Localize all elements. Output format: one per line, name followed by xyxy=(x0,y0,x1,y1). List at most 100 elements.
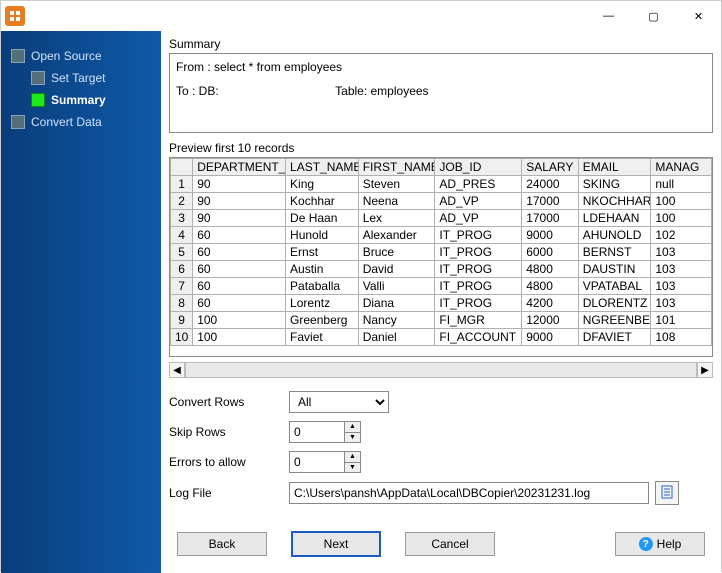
cell: 60 xyxy=(193,278,286,295)
table-row[interactable]: 290KochharNeenaAD_VP17000NKOCHHAR100 xyxy=(171,193,712,210)
content-pane: Summary From : select * from employees T… xyxy=(161,31,721,573)
cell: 24000 xyxy=(522,176,579,193)
cell: Daniel xyxy=(358,329,435,346)
cell: Kochhar xyxy=(286,193,359,210)
cell: BERNST xyxy=(578,244,651,261)
row-number: 8 xyxy=(171,295,193,312)
row-number: 10 xyxy=(171,329,193,346)
logfile-input[interactable] xyxy=(289,482,649,504)
cell: 60 xyxy=(193,295,286,312)
cell: IT_PROG xyxy=(435,295,522,312)
sidebar-item-set-target[interactable]: Set Target xyxy=(27,67,155,89)
column-header[interactable]: DEPARTMENT_ID xyxy=(193,159,286,176)
skip-rows-stepper[interactable]: ▲▼ xyxy=(345,421,361,443)
cell: Ernst xyxy=(286,244,359,261)
column-header[interactable]: JOB_ID xyxy=(435,159,522,176)
cell: Diana xyxy=(358,295,435,312)
wizard-sidebar: Open SourceSet Target Summary Convert Data xyxy=(1,31,161,573)
sidebar-item-summary[interactable]: Summary xyxy=(27,89,155,111)
cell: 90 xyxy=(193,210,286,227)
table-row[interactable]: 190KingStevenAD_PRES24000SKINGnull xyxy=(171,176,712,193)
cell: Lorentz xyxy=(286,295,359,312)
row-number: 2 xyxy=(171,193,193,210)
errors-allow-stepper[interactable]: ▲▼ xyxy=(345,451,361,473)
preview-title: Preview first 10 records xyxy=(169,141,713,155)
cell: Steven xyxy=(358,176,435,193)
table-row[interactable]: 560ErnstBruceIT_PROG6000BERNST103 xyxy=(171,244,712,261)
cell: 100 xyxy=(193,329,286,346)
cell: Hunold xyxy=(286,227,359,244)
summary-to-db: To : DB: xyxy=(176,84,219,98)
back-button[interactable]: Back xyxy=(177,532,267,556)
table-row[interactable]: 9100GreenbergNancyFI_MGR12000NGREENBE101 xyxy=(171,312,712,329)
next-button[interactable]: Next xyxy=(291,531,381,557)
cell: Lex xyxy=(358,210,435,227)
cell: Valli xyxy=(358,278,435,295)
table-row[interactable]: 760PataballaValliIT_PROG4800VPATABAL103 xyxy=(171,278,712,295)
table-row[interactable]: 390De HaanLexAD_VP17000LDEHAAN100 xyxy=(171,210,712,227)
help-button[interactable]: ? Help xyxy=(615,532,705,556)
cell: 9000 xyxy=(522,329,579,346)
summary-to-table: Table: employees xyxy=(335,84,428,98)
sidebar-item-open-source[interactable]: Open Source xyxy=(7,45,155,67)
errors-allow-input[interactable] xyxy=(289,451,345,473)
minimize-button[interactable]: — xyxy=(586,1,631,31)
table-row[interactable]: 860LorentzDianaIT_PROG4200DLORENTZ103 xyxy=(171,295,712,312)
open-logfile-button[interactable] xyxy=(655,481,679,505)
cell: 60 xyxy=(193,227,286,244)
table-row[interactable]: 10100FavietDanielFI_ACCOUNT9000DFAVIET10… xyxy=(171,329,712,346)
cell: Nancy xyxy=(358,312,435,329)
table-row[interactable]: 660AustinDavidIT_PROG4800DAUSTIN103 xyxy=(171,261,712,278)
cell: AD_PRES xyxy=(435,176,522,193)
cell: 103 xyxy=(651,295,712,312)
cell: King xyxy=(286,176,359,193)
cell: 60 xyxy=(193,261,286,278)
cell: Neena xyxy=(358,193,435,210)
scroll-right-icon[interactable]: ▶ xyxy=(697,362,713,378)
skip-rows-label: Skip Rows xyxy=(169,425,289,439)
maximize-button[interactable]: ▢ xyxy=(631,1,676,31)
cell: 103 xyxy=(651,244,712,261)
column-header[interactable]: MANAG xyxy=(651,159,712,176)
skip-rows-input[interactable] xyxy=(289,421,345,443)
row-number: 9 xyxy=(171,312,193,329)
cell: 4200 xyxy=(522,295,579,312)
column-header[interactable]: LAST_NAME xyxy=(286,159,359,176)
cell: VPATABAL xyxy=(578,278,651,295)
column-header[interactable]: FIRST_NAME xyxy=(358,159,435,176)
cell: 101 xyxy=(651,312,712,329)
cell: DAUSTIN xyxy=(578,261,651,278)
summary-title: Summary xyxy=(169,37,713,51)
cell: SKING xyxy=(578,176,651,193)
sidebar-item-label: Summary xyxy=(51,93,106,107)
cell: AD_VP xyxy=(435,193,522,210)
sidebar-item-label: Convert Data xyxy=(31,115,102,129)
app-icon xyxy=(5,6,25,26)
cell: NGREENBE xyxy=(578,312,651,329)
logfile-label: Log File xyxy=(169,486,289,500)
step-marker-icon xyxy=(11,115,25,129)
close-button[interactable]: ✕ xyxy=(676,1,721,31)
scroll-left-icon[interactable]: ◀ xyxy=(169,362,185,378)
cell: 9000 xyxy=(522,227,579,244)
cell: 4800 xyxy=(522,278,579,295)
cell: 100 xyxy=(193,312,286,329)
horizontal-scrollbar[interactable]: ◀ ▶ xyxy=(169,361,713,379)
row-number: 3 xyxy=(171,210,193,227)
cell: 103 xyxy=(651,278,712,295)
cell: 90 xyxy=(193,176,286,193)
cell: null xyxy=(651,176,712,193)
convert-rows-select[interactable]: All xyxy=(289,391,389,413)
column-header[interactable]: SALARY xyxy=(522,159,579,176)
scroll-track[interactable] xyxy=(185,362,697,378)
sidebar-item-convert-data[interactable]: Convert Data xyxy=(7,111,155,133)
cell: 60 xyxy=(193,244,286,261)
cell: Faviet xyxy=(286,329,359,346)
column-header[interactable]: EMAIL xyxy=(578,159,651,176)
preview-table: DEPARTMENT_IDLAST_NAMEFIRST_NAMEJOB_IDSA… xyxy=(169,157,713,357)
table-row[interactable]: 460HunoldAlexanderIT_PROG9000AHUNOLD102 xyxy=(171,227,712,244)
titlebar: — ▢ ✕ xyxy=(1,1,721,31)
cancel-button[interactable]: Cancel xyxy=(405,532,495,556)
row-number: 6 xyxy=(171,261,193,278)
cell: FI_MGR xyxy=(435,312,522,329)
